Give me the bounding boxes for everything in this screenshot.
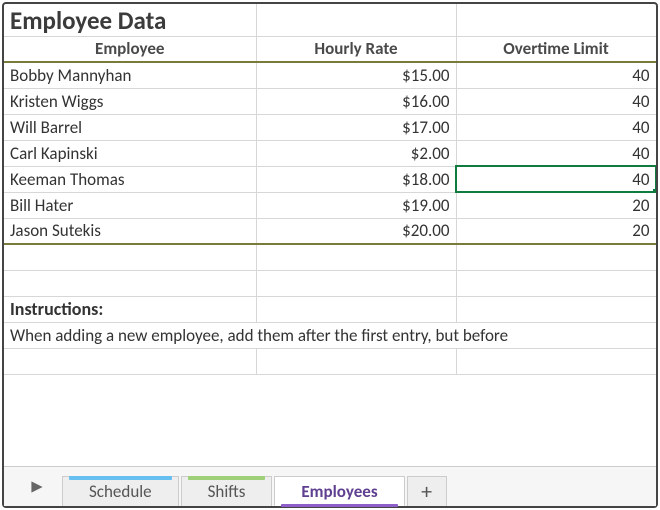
cell-hourly-rate[interactable]: $18.00: [256, 166, 456, 192]
cell-empty[interactable]: [456, 244, 656, 270]
cell-hourly-rate[interactable]: $2.00: [256, 140, 456, 166]
col-header-overtime[interactable]: Overtime Limit: [456, 36, 656, 62]
tab-color-stripe: [281, 504, 397, 507]
cell-empty[interactable]: [456, 270, 656, 296]
sheet-tabstrip: Schedule Shifts Employees +: [4, 466, 656, 506]
tab-label: Employees: [301, 481, 377, 502]
tabs-nav-button[interactable]: [12, 468, 62, 506]
cell-empty[interactable]: [256, 296, 456, 322]
cell-empty[interactable]: [256, 348, 456, 374]
instructions-text[interactable]: When adding a new employee, add them aft…: [4, 322, 656, 348]
cell-employee-name[interactable]: Will Barrel: [4, 114, 256, 140]
cell-employee-name[interactable]: Kristen Wiggs: [4, 88, 256, 114]
tab-label: Schedule: [89, 481, 152, 502]
cell-hourly-rate[interactable]: $19.00: [256, 192, 456, 218]
cell-empty[interactable]: [256, 244, 456, 270]
tab-shifts[interactable]: Shifts: [181, 476, 273, 506]
tab-color-stripe: [69, 476, 172, 480]
cell-employee-name[interactable]: Keeman Thomas: [4, 166, 256, 192]
col-header-employee[interactable]: Employee: [4, 36, 256, 62]
cell-overtime-limit[interactable]: 20: [456, 218, 656, 244]
cell-empty[interactable]: [4, 244, 256, 270]
cell-employee-name[interactable]: Bobby Mannyhan: [4, 62, 256, 88]
cell-overtime-limit-selected[interactable]: 40: [456, 166, 656, 192]
col-header-rate[interactable]: Hourly Rate: [256, 36, 456, 62]
cell-blank[interactable]: [256, 4, 456, 36]
cell-empty[interactable]: [456, 296, 656, 322]
tab-color-stripe: [188, 476, 266, 480]
cell-hourly-rate[interactable]: $15.00: [256, 62, 456, 88]
cell-blank[interactable]: [456, 4, 656, 36]
instructions-label[interactable]: Instructions:: [4, 296, 256, 322]
tab-schedule[interactable]: Schedule: [62, 476, 179, 506]
employee-table: Employee Data Employee Hourly Rate Overt…: [4, 4, 656, 375]
cell-overtime-limit[interactable]: 40: [456, 88, 656, 114]
cell-employee-name[interactable]: Jason Sutekis: [4, 218, 256, 244]
play-icon: [30, 480, 44, 494]
cell-empty[interactable]: [456, 348, 656, 374]
cell-hourly-rate[interactable]: $16.00: [256, 88, 456, 114]
cell-empty[interactable]: [256, 270, 456, 296]
page-title[interactable]: Employee Data: [4, 4, 256, 36]
tab-employees[interactable]: Employees: [274, 476, 404, 506]
tab-add-sheet[interactable]: +: [407, 476, 447, 506]
sheet-area[interactable]: Employee Data Employee Hourly Rate Overt…: [4, 4, 656, 466]
spreadsheet-window: Employee Data Employee Hourly Rate Overt…: [2, 2, 658, 508]
plus-icon: +: [421, 478, 432, 505]
cell-hourly-rate[interactable]: $20.00: [256, 218, 456, 244]
cell-employee-name[interactable]: Carl Kapinski: [4, 140, 256, 166]
cell-employee-name[interactable]: Bill Hater: [4, 192, 256, 218]
cell-empty[interactable]: [4, 348, 256, 374]
cell-overtime-limit[interactable]: 40: [456, 140, 656, 166]
cell-overtime-limit[interactable]: 40: [456, 62, 656, 88]
cell-overtime-limit[interactable]: 20: [456, 192, 656, 218]
tab-label: Shifts: [208, 481, 246, 502]
cell-empty[interactable]: [4, 270, 256, 296]
cell-hourly-rate[interactable]: $17.00: [256, 114, 456, 140]
cell-overtime-limit[interactable]: 40: [456, 114, 656, 140]
